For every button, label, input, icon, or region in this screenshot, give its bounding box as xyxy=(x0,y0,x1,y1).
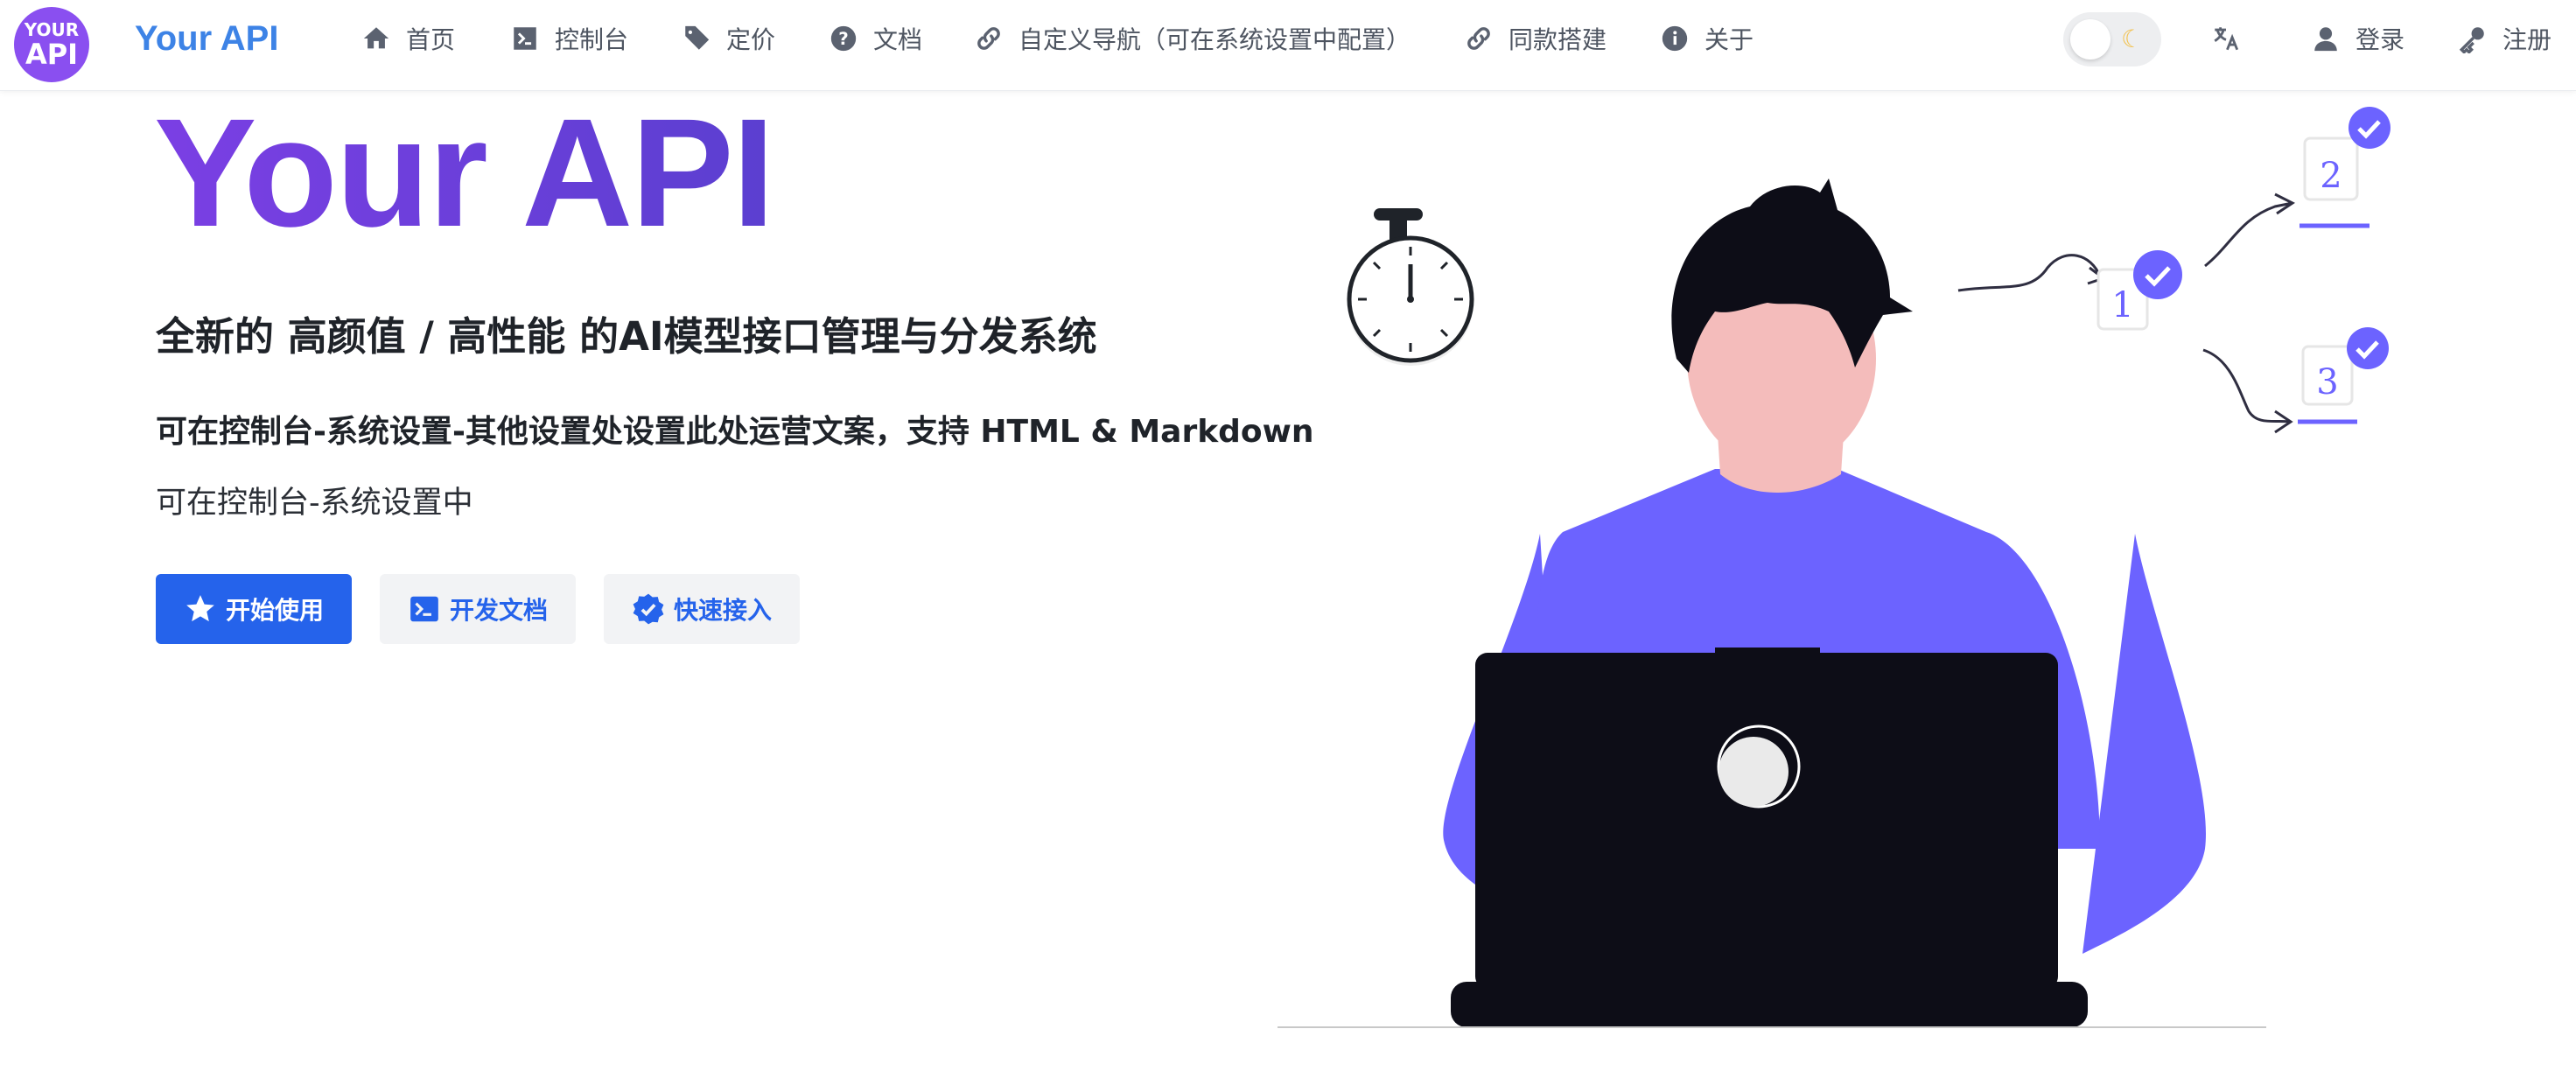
login-link[interactable]: 登录 xyxy=(2310,19,2404,58)
nav-deploy-label: 同款搭建 xyxy=(1508,25,1607,54)
translate-icon xyxy=(2210,23,2242,54)
nav-console[interactable]: 控制台 xyxy=(509,19,628,58)
register-label: 注册 xyxy=(2502,25,2552,54)
theme-toggle-knob xyxy=(2070,19,2110,60)
nav-console-label: 控制台 xyxy=(555,25,629,54)
login-label: 登录 xyxy=(2356,25,2405,54)
nav-pricing[interactable]: 定价 xyxy=(681,19,775,58)
hero-description: 可在控制台-系统设置-其他设置处设置此处运营文案，支持 HTML & Markd… xyxy=(156,414,1314,450)
logo-text-bottom: API xyxy=(24,38,79,71)
nav-deploy[interactable]: 同款搭建 xyxy=(1463,19,1606,58)
help-circle-icon: ? xyxy=(828,23,859,54)
start-button-label: 开始使用 xyxy=(225,596,324,625)
workflow-diagram: 1 2 3 xyxy=(1957,107,2390,434)
hero-title: Your API xyxy=(154,88,775,259)
star-icon xyxy=(184,592,217,626)
hero-illustration: 1 2 3 xyxy=(1278,107,2390,1028)
top-navbar: YOUR API Your API 首页 控制台 定价 ? 文档 自定义导航（可… xyxy=(0,0,2576,91)
link-icon xyxy=(1463,23,1494,54)
quick-start-button-label: 快速接入 xyxy=(673,596,772,625)
nav-docs-label: 文档 xyxy=(873,25,923,54)
home-icon xyxy=(360,23,392,54)
nav-home-label: 首页 xyxy=(406,25,456,54)
terminal-icon xyxy=(408,592,441,626)
logo-text-top: YOUR xyxy=(24,19,80,40)
nav-home[interactable]: 首页 xyxy=(360,19,455,58)
step-3-label: 3 xyxy=(2316,362,2338,402)
docs-button-label: 开发文档 xyxy=(449,596,548,625)
terminal-icon xyxy=(509,23,541,54)
tag-icon xyxy=(681,23,712,54)
step-2-label: 2 xyxy=(2320,156,2342,196)
register-link[interactable]: 注册 xyxy=(2457,19,2552,58)
step-1-label: 1 xyxy=(2111,285,2133,326)
logo[interactable]: YOUR API xyxy=(14,7,89,82)
brand-name[interactable]: Your API xyxy=(135,19,278,59)
hero-subtitle: 全新的 高颜值 / 高性能 的AI模型接口管理与分发系统 xyxy=(156,313,1097,360)
nav-about[interactable]: 关于 xyxy=(1659,19,1754,58)
docs-button[interactable]: 开发文档 xyxy=(380,574,576,644)
verified-badge-icon xyxy=(632,592,665,626)
svg-text:?: ? xyxy=(838,29,849,49)
stopwatch-icon xyxy=(1347,208,1474,366)
nav-custom-label: 自定义导航（可在系统设置中配置） xyxy=(1018,25,1411,54)
link-icon xyxy=(973,23,1004,54)
nav-about-label: 关于 xyxy=(1704,25,1754,54)
moon-icon: ☾ xyxy=(2121,24,2144,53)
nav-pricing-label: 定价 xyxy=(726,25,776,54)
nav-docs[interactable]: ? 文档 xyxy=(828,19,922,58)
language-switch[interactable] xyxy=(2210,19,2256,58)
hero-note: 可在控制台-系统设置中 xyxy=(156,486,473,521)
key-icon xyxy=(2457,23,2488,54)
theme-toggle[interactable]: ☾ xyxy=(2063,12,2161,66)
nav-custom[interactable]: 自定义导航（可在系统设置中配置） xyxy=(973,19,1410,58)
quick-start-button[interactable]: 快速接入 xyxy=(604,574,800,644)
info-icon xyxy=(1659,23,1690,54)
start-button[interactable]: 开始使用 xyxy=(156,574,352,644)
user-icon xyxy=(2310,23,2342,54)
